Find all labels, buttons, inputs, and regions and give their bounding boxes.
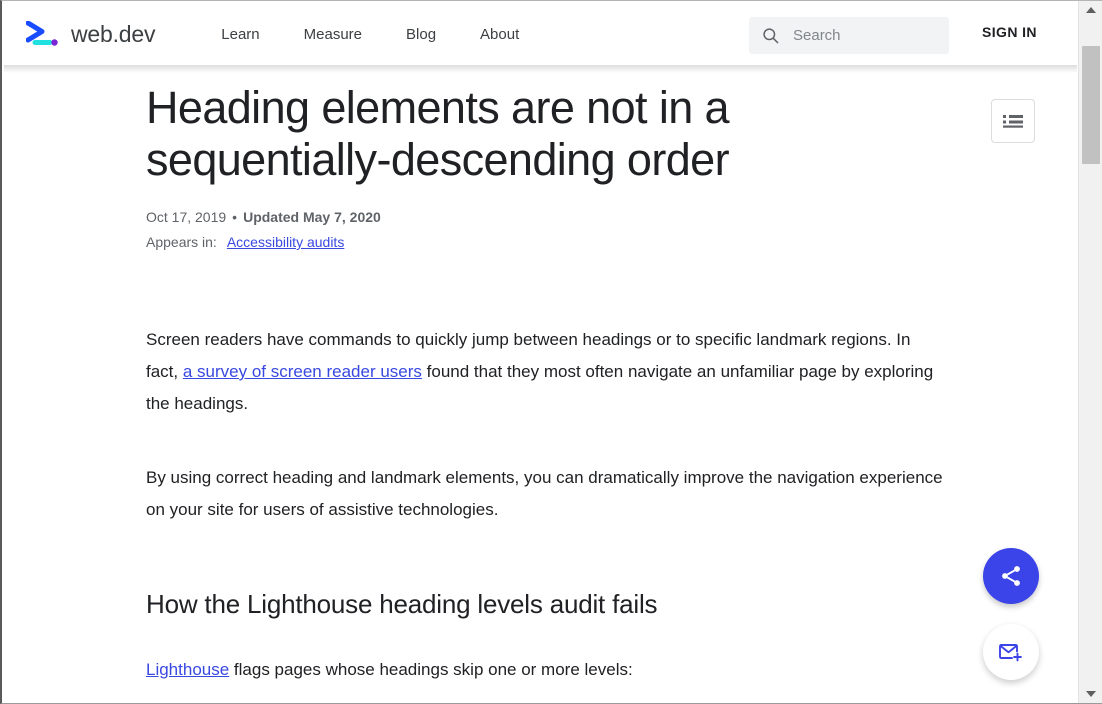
share-button[interactable]	[983, 548, 1039, 604]
content-area: Heading elements are not in a sequential…	[4, 67, 1077, 702]
appears-in-label: Appears in:	[146, 232, 217, 252]
sign-in-button[interactable]: SIGN IN	[982, 24, 1037, 40]
nav-item-blog[interactable]: Blog	[406, 18, 436, 51]
section-heading: How the Lighthouse heading levels audit …	[146, 587, 1077, 621]
article-dates: Oct 17, 2019 • Updated May 7, 2020	[146, 207, 1077, 227]
nav-item-learn[interactable]: Learn	[221, 18, 259, 51]
browser-window: web.dev Learn Measure Blog About SIGN IN	[0, 0, 1102, 704]
paragraph-3-text: flags pages whose headings skip one or m…	[229, 660, 633, 679]
page-title: Heading elements are not in a sequential…	[146, 82, 786, 186]
site-logo-link[interactable]: web.dev	[26, 21, 155, 48]
subscribe-button[interactable]	[983, 624, 1039, 680]
lighthouse-link[interactable]: Lighthouse	[146, 660, 229, 679]
article: Heading elements are not in a sequential…	[4, 82, 1077, 702]
appears-in-link[interactable]: Accessibility audits	[227, 232, 345, 252]
scroll-up-arrow-icon	[1086, 7, 1096, 13]
search-box[interactable]	[749, 17, 949, 54]
email-plus-icon	[998, 640, 1024, 664]
search-input[interactable]	[791, 26, 937, 45]
body-paragraph-3: Lighthouse flags pages whose headings sk…	[146, 654, 946, 686]
share-icon	[999, 564, 1023, 588]
scrollbar-thumb[interactable]	[1082, 46, 1100, 164]
site-header: web.dev Learn Measure Blog About SIGN IN	[4, 3, 1077, 66]
vertical-scrollbar[interactable]	[1078, 1, 1102, 703]
webdev-chevron-logo-icon	[26, 21, 60, 47]
body-paragraph-1: Screen readers have commands to quickly …	[146, 324, 946, 420]
site-logo-text: web.dev	[71, 21, 155, 48]
search-icon	[761, 26, 780, 45]
screen-reader-survey-link[interactable]: a survey of screen reader users	[183, 362, 422, 381]
published-date: Oct 17, 2019	[146, 209, 226, 225]
scrollbar-down-button[interactable]	[1079, 685, 1102, 703]
appears-in-row: Appears in: Accessibility audits	[146, 232, 1077, 252]
nav-item-about[interactable]: About	[480, 18, 519, 51]
article-metadata: Oct 17, 2019 • Updated May 7, 2020 Appears…	[146, 207, 1077, 252]
scroll-down-arrow-icon	[1086, 691, 1096, 697]
scrollbar-up-button[interactable]	[1079, 1, 1102, 19]
primary-navigation: Learn Measure Blog About	[221, 18, 519, 51]
nav-item-measure[interactable]: Measure	[304, 18, 362, 51]
body-paragraph-2: By using correct heading and landmark el…	[146, 462, 946, 526]
updated-date: Updated May 7, 2020	[243, 209, 381, 225]
date-separator: •	[232, 209, 237, 225]
